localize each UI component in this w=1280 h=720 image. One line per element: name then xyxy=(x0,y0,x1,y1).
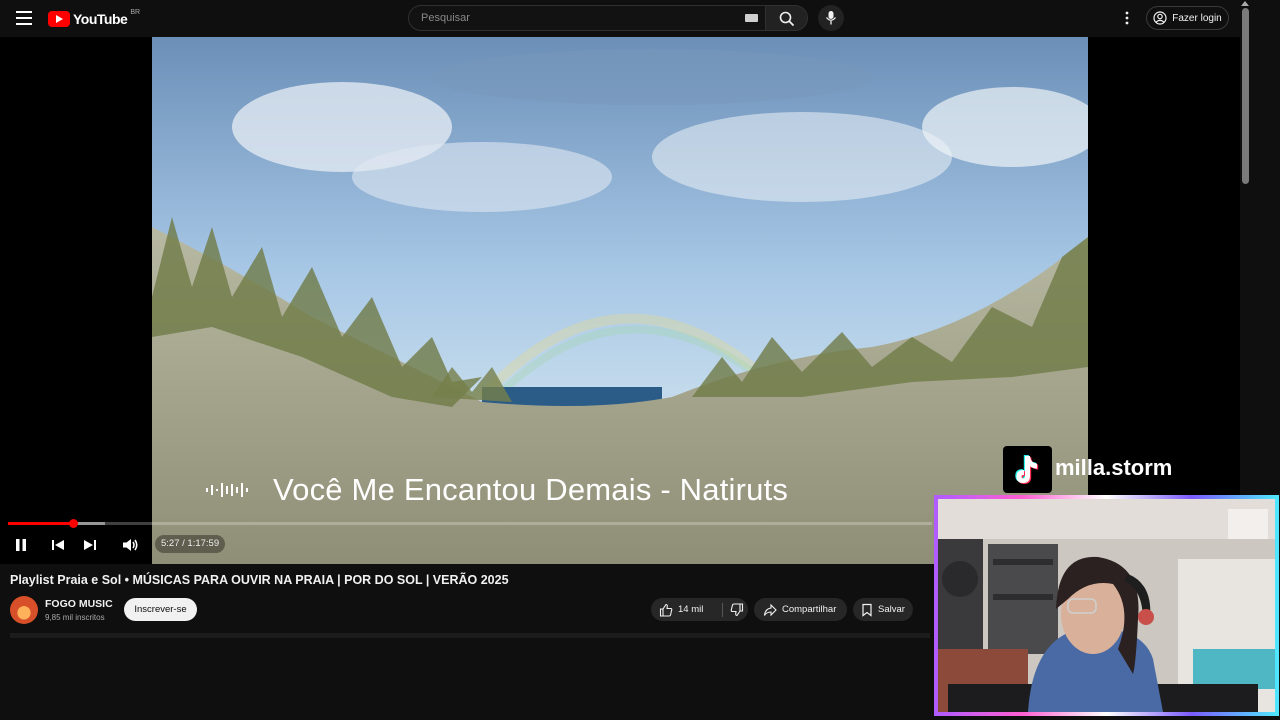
scroll-up-arrow-icon[interactable] xyxy=(1241,1,1249,6)
play-logo-icon xyxy=(48,11,70,27)
more-options-icon[interactable] xyxy=(1121,11,1133,25)
description-box-edge xyxy=(10,633,930,638)
subscriber-count: 9,85 mil inscritos xyxy=(45,613,105,622)
tiktok-handle: milla.storm xyxy=(1055,455,1173,480)
search-input[interactable] xyxy=(419,11,723,25)
save-label: Salvar xyxy=(878,604,905,615)
channel-name[interactable]: FOGO MUSIC xyxy=(45,598,113,610)
progress-bar[interactable] xyxy=(8,522,932,525)
pause-icon xyxy=(16,539,26,551)
audio-wave-icon xyxy=(206,483,248,497)
progress-played xyxy=(8,522,73,525)
microphone-icon xyxy=(825,11,837,25)
share-button[interactable]: Compartilhar xyxy=(754,598,847,621)
divider xyxy=(722,602,723,617)
account-icon xyxy=(1153,11,1167,25)
subscribe-button[interactable]: Inscrever-se xyxy=(124,598,197,621)
progress-scrubber[interactable] xyxy=(69,519,78,528)
share-icon xyxy=(763,603,777,616)
region-code: BR xyxy=(130,8,141,16)
keyboard-icon[interactable] xyxy=(745,14,758,22)
dislike-button[interactable] xyxy=(730,602,744,617)
youtube-logo[interactable]: YouTube BR xyxy=(48,8,141,28)
menu-icon[interactable] xyxy=(16,11,32,25)
time-display: 5:27 / 1:17:59 xyxy=(155,535,226,553)
next-button[interactable] xyxy=(80,535,100,555)
login-button[interactable]: Fazer login xyxy=(1146,6,1229,30)
pause-button[interactable] xyxy=(11,535,31,555)
logo-text: YouTube xyxy=(73,11,128,27)
scrollbar-thumb[interactable] xyxy=(1242,8,1249,184)
search-button[interactable] xyxy=(766,5,808,31)
like-button[interactable]: 14 mil xyxy=(659,603,715,617)
previous-button[interactable] xyxy=(48,535,68,555)
next-icon xyxy=(84,540,96,550)
webcam-overlay xyxy=(934,495,1279,716)
webcam-feed xyxy=(938,499,1275,712)
video-title: Playlist Praia e Sol • MÚSICAS PARA OUVI… xyxy=(10,573,509,587)
volume-icon xyxy=(123,539,138,551)
thumbs-up-icon xyxy=(659,603,673,617)
tiktok-badge xyxy=(1003,446,1052,493)
login-label: Fazer login xyxy=(1172,12,1222,24)
search-icon xyxy=(779,11,795,27)
share-label: Compartilhar xyxy=(782,604,837,615)
song-caption: Você Me Encantou Demais - Natiruts xyxy=(205,470,788,510)
song-title: Você Me Encantou Demais - Natiruts xyxy=(273,472,789,507)
search-box[interactable] xyxy=(408,5,766,31)
like-count: 14 mil xyxy=(678,604,704,615)
tiktok-logo-icon xyxy=(1015,455,1039,484)
like-dislike-group: 14 mil xyxy=(651,598,748,621)
volume-button[interactable] xyxy=(120,535,140,555)
bookmark-icon xyxy=(862,603,872,617)
thumbs-down-icon xyxy=(730,602,744,616)
channel-avatar[interactable] xyxy=(10,596,38,624)
voice-search-button[interactable] xyxy=(818,5,844,31)
save-button[interactable]: Salvar xyxy=(853,598,913,621)
previous-icon xyxy=(52,540,64,550)
